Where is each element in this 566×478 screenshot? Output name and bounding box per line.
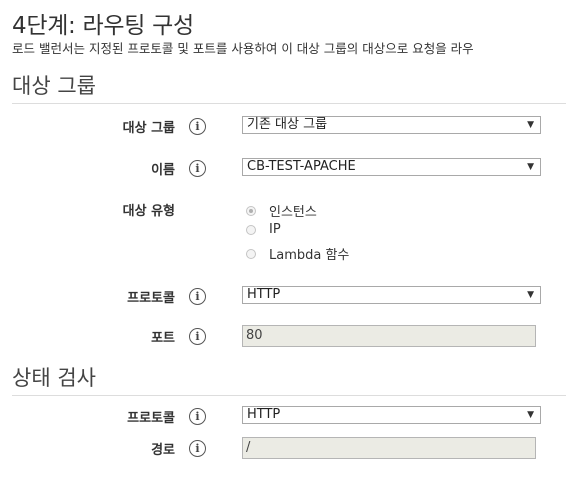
caret-down-icon: ▼ xyxy=(527,410,534,420)
health-protocol-value: HTTP xyxy=(247,407,281,422)
path-input[interactable]: / xyxy=(242,437,536,459)
section-title-health-check: 상태 검사 xyxy=(12,366,96,390)
name-value: CB-TEST-APACHE xyxy=(247,159,356,174)
radio-option-ip[interactable]: IP xyxy=(246,222,281,237)
caret-down-icon: ▼ xyxy=(527,120,534,130)
info-icon[interactable]: i xyxy=(189,328,206,345)
target-group-label: 대상 그룹 xyxy=(122,121,175,136)
radio-ip[interactable] xyxy=(246,224,256,235)
section-divider xyxy=(12,395,566,396)
section-title-target-group: 대상 그룹 xyxy=(12,74,96,98)
caret-down-icon: ▼ xyxy=(527,162,534,172)
radio-lambda[interactable] xyxy=(246,248,256,259)
port-label: 포트 xyxy=(151,331,175,346)
info-icon[interactable]: i xyxy=(189,440,206,457)
info-icon[interactable]: i xyxy=(189,288,206,305)
info-icon[interactable]: i xyxy=(189,408,206,425)
page-subtitle: 로드 밸런서는 지정된 프로토콜 및 포트를 사용하여 이 대상 그룹의 대상으… xyxy=(12,41,474,56)
radio-instance-label: 인스턴스 xyxy=(269,205,317,220)
target-type-label: 대상 유형 xyxy=(122,204,175,219)
page-title: 4단계: 라우팅 구성 xyxy=(12,13,194,39)
name-label: 이름 xyxy=(151,163,175,178)
port-input[interactable]: 80 xyxy=(242,325,536,347)
path-label: 경로 xyxy=(151,443,175,458)
caret-down-icon: ▼ xyxy=(527,290,534,300)
radio-ip-label: IP xyxy=(269,222,281,237)
section-divider xyxy=(12,103,566,104)
radio-option-lambda[interactable]: Lambda 함수 xyxy=(246,244,349,263)
radio-lambda-label: Lambda 함수 xyxy=(269,248,350,263)
info-icon[interactable]: i xyxy=(189,160,206,177)
radio-instance[interactable] xyxy=(246,205,256,216)
name-select[interactable]: CB-TEST-APACHE ▼ xyxy=(242,158,541,176)
target-group-select[interactable]: 기존 대상 그룹 ▼ xyxy=(242,116,541,134)
health-protocol-select[interactable]: HTTP ▼ xyxy=(242,406,541,424)
radio-option-instance[interactable]: 인스턴스 xyxy=(246,201,317,220)
protocol-value: HTTP xyxy=(247,287,281,302)
protocol-select[interactable]: HTTP ▼ xyxy=(242,286,541,304)
protocol-label: 프로토콜 xyxy=(127,291,175,306)
info-icon[interactable]: i xyxy=(189,118,206,135)
health-protocol-label: 프로토콜 xyxy=(127,411,175,426)
target-group-value: 기존 대상 그룹 xyxy=(247,117,328,132)
